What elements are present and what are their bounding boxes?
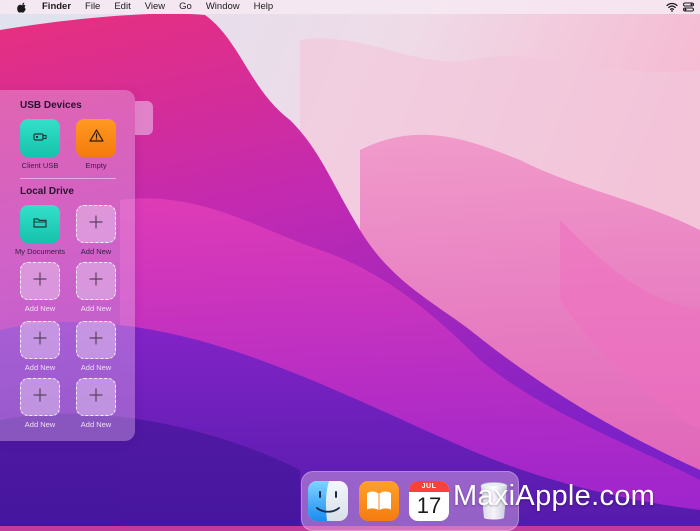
add-new-slot[interactable]: Add New	[76, 262, 116, 313]
add-new-slot[interactable]: Add New	[76, 378, 116, 429]
menu-bar: Finder File Edit View Go Window Help	[0, 0, 700, 14]
menu-edit[interactable]: Edit	[114, 0, 130, 14]
plus-icon	[89, 214, 103, 234]
usb-item-empty[interactable]: Empty	[76, 119, 116, 170]
add-new-slot[interactable]: Add New	[20, 321, 60, 372]
local-section-title: Local Drive	[20, 186, 74, 197]
add-new-tile[interactable]	[76, 378, 116, 416]
add-new-tile[interactable]	[20, 262, 60, 300]
add-new-tile[interactable]	[76, 321, 116, 359]
menu-file[interactable]: File	[85, 0, 100, 14]
plus-icon	[89, 330, 103, 350]
wifi-icon[interactable]	[666, 2, 678, 12]
panel-collapse-tab[interactable]	[135, 101, 153, 135]
usb-section-title: USB Devices	[20, 100, 82, 111]
plus-icon	[33, 271, 47, 291]
add-new-tile[interactable]	[20, 321, 60, 359]
usb-item-client[interactable]: Client USB	[20, 119, 60, 170]
plus-icon	[33, 387, 47, 407]
calendar-month: JUL	[409, 481, 449, 492]
warning-icon	[88, 129, 104, 147]
plus-icon	[89, 271, 103, 291]
menu-window[interactable]: Window	[206, 0, 240, 14]
usb-drive-icon	[33, 129, 47, 147]
add-new-label: Add New	[80, 247, 112, 256]
control-center-icon[interactable]	[683, 2, 694, 12]
watermark-text: MaxiApple.com	[453, 480, 656, 512]
usb-item-tile[interactable]	[20, 119, 60, 157]
plus-icon	[89, 387, 103, 407]
menu-view[interactable]: View	[145, 0, 165, 14]
calendar-icon[interactable]: JUL 17	[409, 481, 449, 521]
add-new-slot[interactable]: Add New	[20, 262, 60, 313]
apple-menu-icon[interactable]	[14, 0, 28, 14]
add-new-label: Add New	[80, 420, 112, 429]
menu-help[interactable]: Help	[254, 0, 274, 14]
add-new-tile[interactable]	[20, 378, 60, 416]
add-new-slot[interactable]: Add New	[76, 205, 116, 256]
usb-item-tile[interactable]	[76, 119, 116, 157]
add-new-label: Add New	[80, 363, 112, 372]
section-divider	[20, 178, 116, 179]
add-new-label: Add New	[80, 304, 112, 313]
add-new-tile[interactable]	[76, 205, 116, 243]
add-new-slot[interactable]: Add New	[20, 378, 60, 429]
local-item-my-documents[interactable]: My Documents	[15, 205, 65, 256]
add-new-tile[interactable]	[76, 262, 116, 300]
add-new-slot[interactable]: Add New	[76, 321, 116, 372]
finder-icon[interactable]	[308, 481, 348, 521]
usb-item-label: Empty	[85, 161, 107, 170]
menu-app-finder[interactable]: Finder	[42, 0, 71, 14]
local-item-tile[interactable]	[20, 205, 60, 243]
books-icon[interactable]	[359, 481, 399, 521]
folder-icon	[33, 215, 47, 233]
plus-icon	[33, 330, 47, 350]
menu-go[interactable]: Go	[179, 0, 192, 14]
calendar-day: 17	[416, 493, 442, 518]
